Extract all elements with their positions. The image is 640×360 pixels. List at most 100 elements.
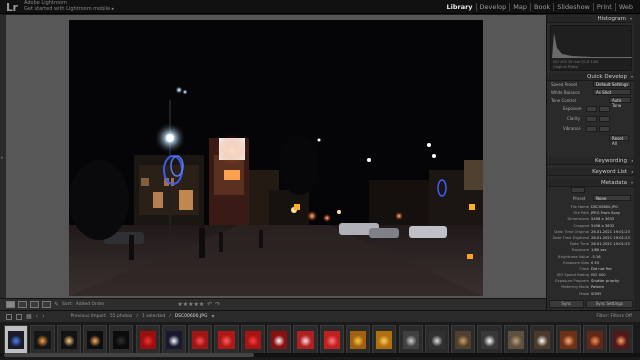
mobile-prompt[interactable]: Get started with Lightroom mobile ▸ xyxy=(24,6,114,12)
metadata-preset-label: Preset xyxy=(573,196,586,201)
filmstrip-thumbnail[interactable] xyxy=(319,325,344,355)
grid-icon[interactable]: ▦ xyxy=(26,313,32,320)
metadata-value: Shutter priority xyxy=(591,279,620,284)
grid-view-button[interactable] xyxy=(18,301,27,308)
filter-dropdown[interactable]: Filters Off xyxy=(610,314,632,319)
vibrance-up-button[interactable] xyxy=(599,126,610,132)
keyword-list-header[interactable]: Keyword List ◂ xyxy=(547,168,635,176)
quick-develop-panel: Quick Develop ▾ Saved Preset Default Set… xyxy=(547,73,635,146)
secondary-window-icon[interactable] xyxy=(16,313,22,320)
sort-label: Sort: xyxy=(62,302,73,307)
metadata-header[interactable]: Metadata ▾ xyxy=(547,179,635,187)
filmstrip-thumbnail[interactable] xyxy=(556,325,581,355)
filmstrip-thumbnail[interactable] xyxy=(398,325,423,355)
collapse-icon[interactable]: ▾ xyxy=(631,179,633,187)
module-book[interactable]: Book xyxy=(530,3,553,11)
filmstrip-thumbnail[interactable] xyxy=(477,325,502,355)
filmstrip-thumbnail[interactable] xyxy=(582,325,607,355)
filmstrip-thumbnail[interactable] xyxy=(188,325,213,355)
original-photo-toggle[interactable]: Original Photo xyxy=(553,65,578,69)
metadata-value: 26.01.2021 19:01:23 xyxy=(591,235,630,240)
filmstrip-thumbnail[interactable] xyxy=(161,325,187,355)
filmstrip-thumbnail[interactable] xyxy=(503,325,528,355)
metadata-preset-dropdown[interactable]: None xyxy=(593,195,631,201)
metadata-value: SONY xyxy=(591,291,602,296)
rotate-right-icon[interactable]: ↷ xyxy=(215,301,220,308)
thumbnail-image xyxy=(402,331,419,349)
metadata-view-row xyxy=(547,187,635,195)
sort-dropdown[interactable]: Added Order xyxy=(76,302,105,307)
expand-icon[interactable]: ◂ xyxy=(631,168,633,176)
painter-icon[interactable]: ✎ xyxy=(54,301,59,308)
module-map[interactable]: Map xyxy=(509,3,530,11)
module-print[interactable]: Print xyxy=(592,3,615,11)
filmstrip-thumbnail[interactable] xyxy=(30,325,55,355)
vibrance-down-button[interactable] xyxy=(586,126,597,132)
keywording-header[interactable]: Keywording ◂ xyxy=(547,157,635,165)
histogram-header[interactable]: Histogram ▾ xyxy=(547,15,634,23)
filmstrip-thumbnail[interactable] xyxy=(372,325,397,355)
clarity-down-button[interactable] xyxy=(586,116,597,122)
filmstrip-thumbnail[interactable] xyxy=(530,325,555,355)
expand-left-panel-icon[interactable]: ▸ xyxy=(1,155,4,161)
forward-arrow-icon[interactable]: › xyxy=(42,313,44,320)
filmstrip-thumbnail[interactable] xyxy=(240,325,265,355)
main-photo[interactable] xyxy=(69,20,483,296)
sync-button[interactable]: Sync xyxy=(549,300,584,308)
clarity-up-button[interactable] xyxy=(599,116,610,122)
library-toolbar: ✎ Sort: Added Order ★★★★★ ↶ ↷ xyxy=(0,298,546,310)
scrollbar-thumb[interactable] xyxy=(4,353,254,357)
filmstrip-thumbnail[interactable] xyxy=(424,325,450,355)
exposure-down-button[interactable] xyxy=(586,106,597,112)
filmstrip-thumbnail[interactable] xyxy=(135,325,160,355)
star-rating[interactable]: ★★★★★ xyxy=(177,301,204,308)
filmstrip-thumbnail[interactable] xyxy=(267,325,292,355)
module-web[interactable]: Web xyxy=(614,3,636,11)
collapse-icon[interactable]: ▾ xyxy=(631,73,633,81)
filmstrip-thumbnail[interactable] xyxy=(608,325,634,355)
metadata-key: Exposure xyxy=(571,248,589,253)
sync-settings-button[interactable]: Sync Settings xyxy=(585,300,633,308)
reset-all-button[interactable]: Reset All xyxy=(609,135,629,146)
filmstrip-thumbnail[interactable] xyxy=(214,325,239,355)
previous-import-source[interactable]: Previous Import xyxy=(70,314,105,319)
thumbnail-image xyxy=(165,331,183,349)
filmstrip-thumbnail[interactable] xyxy=(82,325,108,355)
loupe-view-button[interactable] xyxy=(6,301,15,308)
expand-icon[interactable]: ◂ xyxy=(631,157,633,165)
saved-preset-dropdown[interactable]: Default Settings xyxy=(593,81,631,87)
white-balance-dropdown[interactable]: As Shot xyxy=(593,89,631,95)
compare-view-button[interactable] xyxy=(30,301,39,308)
divider: / xyxy=(169,314,171,319)
filmstrip-filter[interactable]: Filter: Filters Off xyxy=(596,314,632,319)
right-panel-gutter[interactable] xyxy=(634,15,640,310)
metadata-value: 26.01.2021 19:01:23 xyxy=(591,229,630,234)
metadata-key: Date Time xyxy=(569,242,589,247)
primary-window-icon[interactable] xyxy=(6,313,12,320)
chevron-down-icon[interactable]: ▾ xyxy=(211,313,214,320)
survey-view-button[interactable] xyxy=(42,301,51,308)
collapse-icon[interactable]: ▾ xyxy=(630,15,632,23)
metadata-key: Date Time Original xyxy=(554,229,589,234)
rotate-left-icon[interactable]: ↶ xyxy=(207,301,212,308)
module-library[interactable]: Library xyxy=(443,3,475,11)
exposure-up-button[interactable] xyxy=(599,106,610,112)
filmstrip-thumbnail[interactable] xyxy=(293,325,318,355)
filmstrip-thumbnail[interactable] xyxy=(56,325,81,355)
filmstrip-bar: ▦ ‹ › Previous Import 55 photos / 1 sele… xyxy=(0,310,640,322)
histogram-title: Histogram xyxy=(597,16,626,22)
selected-filename: DSC00600.JPG xyxy=(174,314,208,319)
back-arrow-icon[interactable]: ‹ xyxy=(36,313,38,320)
module-slideshow[interactable]: Slideshow xyxy=(553,3,593,11)
filmstrip-scrollbar[interactable] xyxy=(0,353,640,357)
auto-tone-button[interactable]: Auto Tone xyxy=(609,97,631,108)
module-develop[interactable]: Develop xyxy=(475,3,510,11)
filmstrip-thumbnail[interactable] xyxy=(345,325,371,355)
filmstrip-thumbnail[interactable] xyxy=(4,325,29,355)
quick-develop-header[interactable]: Quick Develop ▾ xyxy=(547,73,635,81)
filmstrip-thumbnail[interactable] xyxy=(109,325,134,355)
metadata-view-dropdown[interactable] xyxy=(571,187,585,193)
filmstrip-thumbnail[interactable] xyxy=(451,325,476,355)
identity-plate[interactable]: Adobe Lightroom Get started with Lightro… xyxy=(24,0,114,12)
metadata-value: 5456 x 3632 xyxy=(591,217,615,222)
